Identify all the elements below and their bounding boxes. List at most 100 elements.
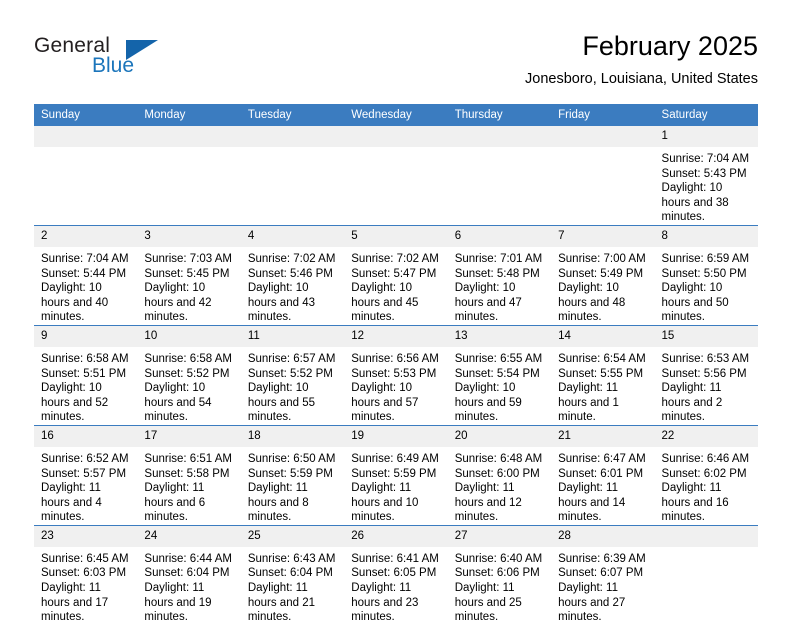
- calendar-day-cell[interactable]: 6 Sunrise: 7:01 AM Sunset: 5:48 PM Daylight…: [447, 224, 552, 326]
- day-number: 18: [240, 425, 345, 447]
- calendar-day-cell[interactable]: 2 Sunrise: 7:04 AM Sunset: 5:44 PM Daylight…: [34, 224, 138, 326]
- day-sun-info: Sunrise: 6:56 AM Sunset: 5:53 PM Daylight:…: [344, 347, 447, 425]
- page-title: February 2025: [582, 31, 758, 61]
- daylight-text: Daylight: 11 hours and 6 minutes.: [144, 482, 206, 524]
- calendar-day-cell[interactable]: 7 Sunrise: 7:00 AM Sunset: 5:49 PM Daylight…: [551, 224, 655, 326]
- day-number: 19: [344, 425, 448, 447]
- day-number: 26: [344, 525, 448, 547]
- calendar-week-row: 23 Sunrise: 6:45 AM Sunset: 6:03 PM Dayligh…: [34, 524, 758, 625]
- daylight-text: Daylight: 11 hours and 10 minutes.: [351, 482, 419, 524]
- day-number: 24: [137, 525, 241, 547]
- sunrise-text: Sunrise: 7:02 AM: [247, 252, 336, 265]
- calendar-day-cell[interactable]: 18 Sunrise: 6:50 AM Sunset: 5:59 PM Dayligh…: [240, 424, 345, 526]
- daylight-text: Daylight: 11 hours and 16 minutes.: [661, 482, 729, 524]
- day-number: 5: [344, 225, 448, 247]
- day-number: 12: [344, 325, 448, 347]
- calendar-day-cell[interactable]: 19 Sunrise: 6:49 AM Sunset: 5:59 PM Dayligh…: [344, 424, 448, 526]
- calendar-day-cell[interactable]: 12 Sunrise: 6:56 AM Sunset: 5:53 PM Dayligh…: [344, 324, 448, 426]
- day-sun-info: Sunrise: 6:39 AM Sunset: 6:07 PM Daylight:…: [551, 547, 654, 625]
- sunrise-text: Sunrise: 6:58 AM: [144, 352, 232, 365]
- weekday-header-monday: Monday: [137, 104, 241, 126]
- calendar-day-cell[interactable]: 16 Sunrise: 6:52 AM Sunset: 5:57 PM Dayligh…: [34, 424, 138, 526]
- daylight-text: Daylight: 10 hours and 42 minutes.: [144, 282, 212, 324]
- sunset-text: Sunset: 5:44 PM: [41, 267, 127, 280]
- day-number: 25: [240, 525, 345, 547]
- calendar-day-cell-empty: [137, 126, 241, 225]
- calendar-day-cell[interactable]: 10 Sunrise: 6:58 AM Sunset: 5:52 PM Dayligh…: [137, 324, 241, 426]
- calendar-day-cell-empty: [240, 126, 345, 225]
- weekday-header-friday: Friday: [551, 104, 655, 126]
- day-sun-info: Sunrise: 6:58 AM Sunset: 5:52 PM Daylight:…: [137, 347, 240, 425]
- general-blue-logo[interactable]: General Blue: [34, 34, 234, 94]
- weekday-header-wednesday: Wednesday: [344, 104, 448, 126]
- calendar-day-cell[interactable]: 15 Sunrise: 6:53 AM Sunset: 5:56 PM Dayligh…: [654, 324, 758, 426]
- calendar-day-cell[interactable]: 21 Sunrise: 6:47 AM Sunset: 6:01 PM Dayligh…: [551, 424, 655, 526]
- sunrise-text: Sunrise: 6:51 AM: [144, 452, 232, 465]
- calendar-day-cell[interactable]: 23 Sunrise: 6:45 AM Sunset: 6:03 PM Dayligh…: [34, 524, 138, 625]
- calendar-day-cell[interactable]: 13 Sunrise: 6:55 AM Sunset: 5:54 PM Dayligh…: [447, 324, 552, 426]
- sunset-text: Sunset: 5:52 PM: [247, 367, 333, 380]
- sunrise-text: Sunrise: 6:58 AM: [41, 352, 129, 365]
- daylight-text: Daylight: 11 hours and 12 minutes.: [454, 482, 522, 524]
- day-sun-info: Sunrise: 6:46 AM Sunset: 6:02 PM Daylight:…: [655, 447, 758, 525]
- calendar-day-cell[interactable]: 14 Sunrise: 6:54 AM Sunset: 5:55 PM Dayligh…: [551, 324, 655, 426]
- calendar-day-cell[interactable]: 25 Sunrise: 6:43 AM Sunset: 6:04 PM Dayligh…: [240, 524, 345, 625]
- sunset-text: Sunset: 6:04 PM: [144, 567, 230, 580]
- day-sun-info: Sunrise: 6:47 AM Sunset: 6:01 PM Daylight:…: [551, 447, 654, 525]
- daylight-text: Daylight: 11 hours and 17 minutes.: [41, 582, 109, 624]
- calendar-day-cell[interactable]: 17 Sunrise: 6:51 AM Sunset: 5:58 PM Dayligh…: [137, 424, 241, 526]
- sunrise-text: Sunrise: 6:45 AM: [41, 552, 129, 565]
- daylight-text: Daylight: 10 hours and 38 minutes.: [661, 182, 729, 224]
- sunset-text: Sunset: 5:43 PM: [661, 167, 747, 180]
- calendar-table: Sunday Monday Tuesday Wednesday Thursday…: [34, 104, 758, 625]
- calendar-day-cell[interactable]: 26 Sunrise: 6:41 AM Sunset: 6:05 PM Dayligh…: [344, 524, 448, 625]
- calendar-day-cell[interactable]: 28 Sunrise: 6:39 AM Sunset: 6:07 PM Dayligh…: [551, 524, 655, 625]
- sunrise-text: Sunrise: 7:03 AM: [144, 252, 232, 265]
- sunrise-text: Sunrise: 7:04 AM: [661, 153, 750, 165]
- calendar-day-cell-empty: [34, 126, 138, 225]
- sunrise-text: Sunrise: 6:52 AM: [41, 452, 129, 465]
- location-subtitle: Jonesboro, Louisiana, United States: [525, 71, 758, 87]
- day-sun-info: Sunrise: 6:57 AM Sunset: 5:52 PM Daylight:…: [241, 347, 344, 425]
- sunrise-text: Sunrise: 7:02 AM: [351, 252, 439, 265]
- daylight-text: Daylight: 10 hours and 43 minutes.: [247, 282, 315, 324]
- day-sun-info: Sunrise: 6:43 AM Sunset: 6:04 PM Daylight:…: [241, 547, 344, 625]
- calendar-day-cell[interactable]: 20 Sunrise: 6:48 AM Sunset: 6:00 PM Dayligh…: [447, 424, 552, 526]
- calendar-day-cell[interactable]: 4 Sunrise: 7:02 AM Sunset: 5:46 PM Daylight…: [240, 224, 345, 326]
- day-sun-info: Sunrise: 6:51 AM Sunset: 5:58 PM Daylight:…: [137, 447, 240, 525]
- day-number: 11: [240, 325, 345, 347]
- day-number: 27: [447, 525, 552, 547]
- calendar-day-cell[interactable]: 3 Sunrise: 7:03 AM Sunset: 5:45 PM Daylight…: [137, 224, 241, 326]
- weekday-header-tuesday: Tuesday: [240, 104, 345, 126]
- calendar-day-cell[interactable]: 5 Sunrise: 7:02 AM Sunset: 5:47 PM Daylight…: [344, 224, 448, 326]
- sunset-text: Sunset: 5:55 PM: [558, 367, 644, 380]
- sunrise-text: Sunrise: 6:46 AM: [661, 452, 750, 465]
- weekday-header-sunday: Sunday: [34, 104, 138, 126]
- calendar-week-row: 9 Sunrise: 6:58 AM Sunset: 5:51 PM Daylight…: [34, 324, 758, 426]
- calendar-day-cell[interactable]: 22 Sunrise: 6:46 AM Sunset: 6:02 PM Dayligh…: [654, 424, 758, 526]
- daylight-text: Daylight: 11 hours and 4 minutes.: [41, 482, 102, 524]
- day-number: 28: [551, 525, 655, 547]
- calendar-day-cell[interactable]: 27 Sunrise: 6:40 AM Sunset: 6:06 PM Dayligh…: [447, 524, 552, 625]
- day-sun-info: Sunrise: 6:41 AM Sunset: 6:05 PM Daylight:…: [344, 547, 447, 625]
- day-number: 1: [654, 126, 758, 147]
- sunrise-text: Sunrise: 6:39 AM: [558, 552, 646, 565]
- day-sun-info: Sunrise: 6:58 AM Sunset: 5:51 PM Daylight:…: [34, 347, 137, 425]
- calendar-day-cell[interactable]: 11 Sunrise: 6:57 AM Sunset: 5:52 PM Dayligh…: [240, 324, 345, 426]
- day-sun-info: Sunrise: 7:00 AM Sunset: 5:49 PM Daylight:…: [551, 247, 654, 325]
- calendar-day-cell[interactable]: 24 Sunrise: 6:44 AM Sunset: 6:04 PM Dayligh…: [137, 524, 241, 625]
- calendar-day-cell[interactable]: 8 Sunrise: 6:59 AM Sunset: 5:50 PM Daylight…: [654, 224, 758, 326]
- day-sun-info: Sunrise: 6:54 AM Sunset: 5:55 PM Daylight:…: [551, 347, 654, 425]
- daylight-text: Daylight: 11 hours and 1 minute.: [558, 382, 619, 424]
- calendar-day-cell[interactable]: 9 Sunrise: 6:58 AM Sunset: 5:51 PM Daylight…: [34, 324, 138, 426]
- day-number: [654, 525, 758, 547]
- daylight-text: Daylight: 11 hours and 8 minutes.: [247, 482, 309, 524]
- sunrise-text: Sunrise: 6:41 AM: [351, 552, 439, 565]
- day-number: 10: [137, 325, 241, 347]
- sunset-text: Sunset: 5:53 PM: [351, 367, 437, 380]
- sunrise-text: Sunrise: 6:55 AM: [454, 352, 543, 365]
- calendar-day-cell[interactable]: 1 Sunrise: 7:04 AM Sunset: 5:43 PM Daylight…: [654, 126, 758, 225]
- day-number: 3: [137, 225, 241, 247]
- sunset-text: Sunset: 5:59 PM: [247, 467, 333, 480]
- day-sun-info: Sunrise: 6:45 AM Sunset: 6:03 PM Daylight:…: [34, 547, 137, 625]
